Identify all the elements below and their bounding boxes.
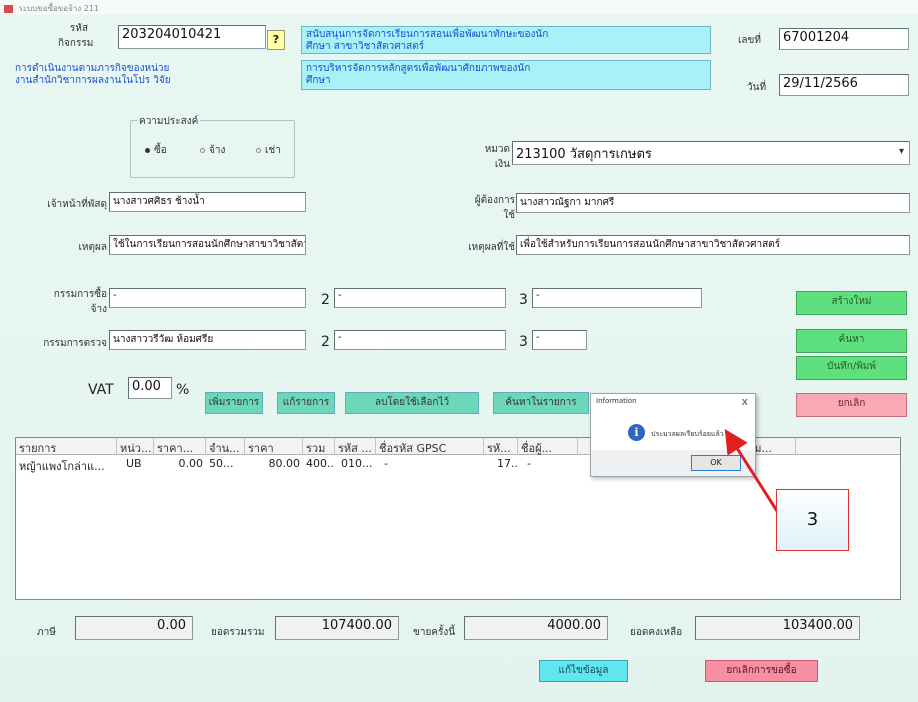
date-field[interactable]: 29/11/2566 <box>779 74 909 96</box>
radio-hire[interactable]: จ้าง <box>200 143 225 158</box>
edit-data-button[interactable]: แก้ไขข้อมูล <box>539 660 628 682</box>
committee-buy-num3: 3 <box>519 292 528 308</box>
cell-item: หญ้าแพงโกล่าแ... <box>19 460 105 473</box>
col-header[interactable]: รหัส ... <box>335 438 376 455</box>
lookup-button[interactable]: ? <box>267 30 285 50</box>
cell-total: 400... <box>306 457 335 470</box>
reason2-field[interactable]: เพื่อใช้สำหรับการเรียนการสอนนักศึกษาสาขา… <box>516 235 910 255</box>
col-header[interactable]: ชื่อผู้... <box>518 438 578 455</box>
received-label: ขายครั้งนี้ <box>413 627 456 638</box>
reason-label: เหตุผล <box>78 242 108 253</box>
tax-label: ภาษี <box>37 627 56 638</box>
total-label: ยอดรวมรวม <box>211 627 265 638</box>
received-field[interactable]: 4000.00 <box>464 616 608 640</box>
col-header[interactable]: ราคา... <box>154 438 206 455</box>
remaining-field[interactable]: 103400.00 <box>695 616 860 640</box>
strategy-text: การดำเนินงานตามภารกิจของหน่วย งานสำนักวิ… <box>15 63 171 86</box>
items-table[interactable]: รายการ หน่ว... ราคา... จำน... ราคา รวม ร… <box>15 437 901 600</box>
committee-buy-num2: 2 <box>321 292 330 308</box>
radio-rent[interactable]: เช่า <box>256 143 281 158</box>
radio-unselected-icon <box>256 147 261 153</box>
dialog-title: Information <box>596 397 637 405</box>
date-label: วันที่ <box>747 82 767 93</box>
col-header[interactable]: จำน... <box>206 438 245 455</box>
dialog-message: ประมวลผลเรียบร้อยแล้ว <box>651 430 724 438</box>
reason2-label: เหตุผลที่ใช้ <box>468 242 515 253</box>
doc-no-field[interactable]: 67001204 <box>779 28 909 50</box>
col-header[interactable]: หน่ว... <box>117 438 154 455</box>
radio-unselected-icon <box>200 147 205 153</box>
cell-code: 010... <box>341 457 373 470</box>
edit-item-button[interactable]: แก้รายการ <box>277 392 335 414</box>
committee-check-1[interactable]: นางสาววรีวัฒ ห้อมศรีย <box>109 330 306 350</box>
step-callout: 3 <box>776 489 849 551</box>
budget-category-select[interactable]: 213100 วัสดุการเกษตร <box>512 141 910 165</box>
owner-label: เจ้าหน้าที่พัสดุ <box>47 199 107 210</box>
save-print-button[interactable]: บันทึก/พิมพ์ <box>796 356 907 380</box>
app-window: ระบบขอซื้อขอจ้าง 211 รหัส กิจกรรม 203204… <box>0 0 918 702</box>
dialog-footer: OK <box>591 450 755 476</box>
committee-check-label: กรรมการตรวจ <box>43 338 107 349</box>
remaining-label: ยอดคงเหลือ <box>630 627 683 638</box>
information-dialog: Information x i ประมวลผลเรียบร้อยแล้ว OK <box>590 393 756 477</box>
owner-field[interactable]: นางสาวศศิธร ช้างน้ำ <box>109 192 306 212</box>
committee-check-3[interactable]: - <box>532 330 587 350</box>
col-header[interactable]: รหั... <box>484 438 518 455</box>
committee-check-2[interactable]: - <box>334 330 506 350</box>
committee-buy-1[interactable]: - <box>109 288 306 308</box>
radio-selected-icon <box>145 147 150 153</box>
budget-label: หมวด เงิน <box>484 144 510 170</box>
radio-buy[interactable]: ซื้อ <box>145 143 167 158</box>
delete-item-button[interactable]: ลบโดยใช้เลือกไว้ <box>345 392 479 414</box>
cell-price: 0.00 <box>178 457 204 470</box>
vat-label: VAT <box>88 382 114 398</box>
col-header[interactable]: ชื่อรหัส GPSC <box>376 438 484 455</box>
plan-box: การบริหารจัดการหลักสูตรเพื่อพัฒนาศักยภาพ… <box>301 60 711 90</box>
cell-unit: UB <box>126 457 142 470</box>
info-icon: i <box>628 424 645 441</box>
total-field[interactable]: 107400.00 <box>275 616 399 640</box>
chevron-down-icon[interactable]: ▾ <box>899 146 904 157</box>
ok-button[interactable]: OK <box>691 455 741 471</box>
code-label: รหัส กิจกรรม <box>58 23 94 49</box>
search-button[interactable]: ค้นหา <box>796 329 907 353</box>
cancel-request-button[interactable]: ยกเลิกการขอซื้อ <box>705 660 818 682</box>
committee-buy-label: กรรมการซื้อ จ้าง <box>53 289 107 315</box>
committee-buy-3[interactable]: - <box>532 288 702 308</box>
cell-qty: 50... <box>209 457 234 470</box>
search-item-button[interactable]: ค้นหาในรายการ <box>493 392 589 414</box>
window-title: ระบบขอซื้อขอจ้าง 211 <box>18 4 99 13</box>
vat-unit: % <box>176 382 190 398</box>
add-item-button[interactable]: เพิ่มรายการ <box>205 392 263 414</box>
requester-field[interactable]: นางสาวณัฐกา มากศรี <box>516 193 910 213</box>
tax-field[interactable]: 0.00 <box>75 616 193 640</box>
col-header[interactable]: ราคา <box>245 438 303 455</box>
activity-code-field[interactable]: 203204010421 <box>118 25 266 49</box>
cell-code2: 17... <box>497 457 518 470</box>
doc-no-label: เลขที่ <box>738 35 761 46</box>
committee-buy-2[interactable]: - <box>334 288 506 308</box>
activity-name-box: สนับสนุนการจัดการเรียนการสอนเพื่อพัฒนาทั… <box>301 26 711 54</box>
cell-gpsc: - <box>384 457 388 470</box>
cancel-button[interactable]: ยกเลิก <box>796 393 907 417</box>
vat-field[interactable]: 0.00 <box>128 377 172 399</box>
app-icon <box>4 4 13 13</box>
title-bar: ระบบขอซื้อขอจ้าง 211 <box>0 0 918 14</box>
reason-field[interactable]: ใช้ในการเรียนการสอนนักศึกษาสาขาวิชาสัตวศ… <box>109 235 306 255</box>
col-header[interactable]: รวม <box>303 438 335 455</box>
purpose-title: ความประสงค์ <box>137 114 201 129</box>
requester-label: ผู้ต้องการ ใช้ <box>474 195 515 221</box>
table-header: รายการ หน่ว... ราคา... จำน... ราคา รวม ร… <box>16 438 900 455</box>
committee-check-num2: 2 <box>321 334 330 350</box>
close-icon[interactable]: x <box>741 395 748 408</box>
new-button[interactable]: สร้างใหม่ <box>796 291 907 315</box>
committee-check-num3: 3 <box>519 334 528 350</box>
cell-unit-price: 80.00 <box>268 457 301 470</box>
col-header[interactable]: รายการ <box>16 438 117 455</box>
cell-name: - <box>527 457 531 470</box>
